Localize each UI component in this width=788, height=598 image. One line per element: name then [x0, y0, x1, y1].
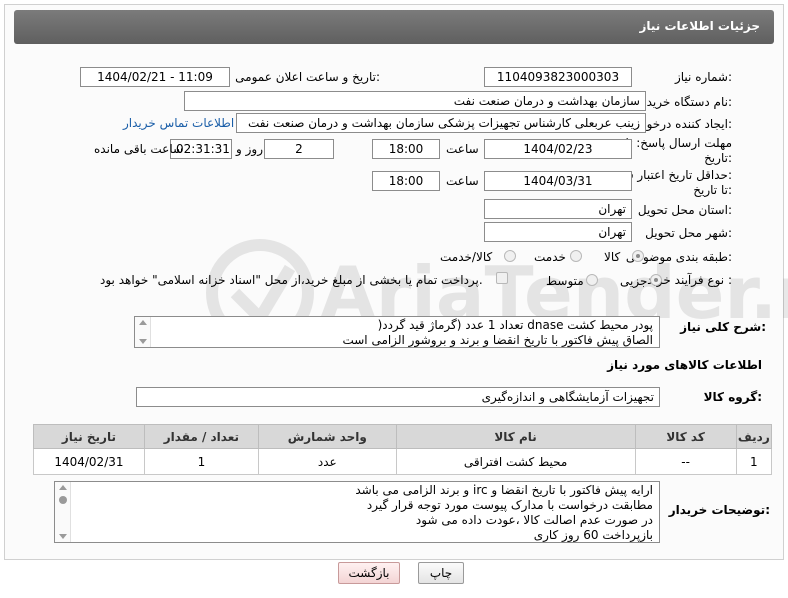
goods-section-title: اطلاعات کالاهای مورد نیاز	[607, 358, 762, 372]
province-field: تهران	[484, 199, 632, 219]
category-radio-service[interactable]	[570, 250, 582, 262]
scroll-down-icon	[139, 339, 147, 344]
deadline-time-label: ساعت	[446, 142, 479, 156]
title-bar: جزئیات اطلاعات نیاز	[14, 10, 774, 44]
city-label: شهر محل تحویل:	[645, 226, 732, 240]
buyer-notes-line: ارایه پیش فاکتور با تاریخ انقضا و irc و …	[355, 483, 653, 497]
buyer-notes-line: در صورت عدم اصالت کالا ،عودت داده می شود	[415, 513, 653, 527]
validity-date-field: 1404/03/31	[484, 171, 632, 191]
scroll-up-icon	[139, 320, 147, 325]
purchase-option-medium: متوسط	[546, 274, 584, 288]
treasury-note: پرداخت تمام یا بخشی از مبلغ خرید،از محل …	[100, 273, 483, 287]
description-label: شرح کلی نیاز:	[680, 320, 766, 334]
print-button[interactable]: چاپ	[418, 562, 464, 584]
buyer-contact-link[interactable]: اطلاعات تماس خریدار	[123, 116, 234, 130]
buyer-notes-scrollbar[interactable]	[55, 482, 71, 542]
buyer-org-label: نام دستگاه خریدار:	[637, 95, 733, 109]
category-option-goods: کالا	[604, 250, 621, 264]
cell-item-code: --	[634, 448, 737, 475]
cell-need-date: 1404/02/31	[33, 448, 145, 475]
buyer-notes-label: توضیحات خریدار:	[668, 503, 770, 517]
col-quantity: تعداد / مقدار	[143, 424, 259, 449]
back-button[interactable]: بازگشت	[338, 562, 400, 584]
description-scrollbar[interactable]	[135, 317, 151, 347]
deadline-date-field: 1404/02/23	[484, 139, 632, 159]
cell-quantity: 1	[143, 448, 259, 475]
scroll-down-icon	[59, 534, 67, 539]
validity-time-field: 18:00	[372, 171, 440, 191]
description-line: الصاق پیش فاکتور با تاریخ انقضا و برند و…	[342, 333, 653, 347]
deadline-label: مهلت ارسال پاسخ: تا	[625, 136, 732, 150]
col-item-code: کد کالا	[634, 424, 737, 449]
scroll-thumb-icon	[59, 496, 67, 504]
validity-time-label: ساعت	[446, 174, 479, 188]
requester-field: زینب عربعلی کارشناس تجهیزات پزشکی سازمان…	[236, 113, 646, 133]
remaining-label: ساعت باقی مانده	[94, 142, 184, 156]
category-option-goods-service: کالا/خدمت	[440, 250, 493, 264]
col-unit: واحد شمارش	[257, 424, 397, 449]
deadline-date-label: تاریخ:	[704, 151, 732, 165]
province-label: استان محل تحویل:	[637, 203, 732, 217]
col-row-number: ردیف	[735, 424, 773, 449]
description-line: پودر محیط کشت dnase تعداد 1 عدد (گرماژ ق…	[377, 318, 653, 332]
treasury-checkbox[interactable]	[496, 272, 508, 284]
days-field: 2	[264, 139, 334, 159]
category-option-service: خدمت	[534, 250, 566, 264]
purchase-radio-medium[interactable]	[586, 274, 598, 286]
page-title: جزئیات اطلاعات نیاز	[639, 19, 760, 33]
deadline-time-field: 18:00	[372, 139, 440, 159]
goods-table-header: ردیف کد کالا نام کالا واحد شمارش تعداد /…	[33, 424, 773, 449]
cell-row-number: 1	[735, 448, 773, 475]
col-item-name: نام کالا	[395, 424, 636, 449]
buyer-org-field: سازمان بهداشت و درمان صنعت نفت	[184, 91, 646, 111]
purchase-option-minor: جزیی	[620, 274, 648, 288]
city-field: تهران	[484, 222, 632, 242]
announce-label: تاریخ و ساعت اعلان عمومی:	[235, 70, 380, 84]
goods-group-label: گروه کالا:	[703, 390, 762, 404]
buyer-notes-line: مطابقت درخواست با مدارک پیوست مورد توجه …	[366, 498, 653, 512]
days-label: روز و	[236, 142, 263, 156]
category-radio-goods-service[interactable]	[504, 250, 516, 262]
col-need-date: تاریخ نیاز	[33, 424, 145, 449]
cell-item-name: محیط کشت افتراقی	[395, 448, 636, 475]
table-row: 1 -- محیط کشت افتراقی عدد 1 1404/02/31	[33, 448, 773, 475]
need-number-field: 1104093823000303	[484, 67, 632, 87]
buyer-notes-textarea[interactable]: ارایه پیش فاکتور با تاریخ انقضا و irc و …	[54, 481, 660, 543]
purchase-radio-minor[interactable]	[650, 274, 662, 286]
category-radio-goods[interactable]	[632, 250, 644, 262]
description-textarea[interactable]: پودر محیط کشت dnase تعداد 1 عدد (گرماژ ق…	[134, 316, 660, 348]
goods-group-field: تجهیزات آزمایشگاهی و اندازه‌گیری	[136, 387, 660, 407]
need-number-label: شماره نیاز:	[674, 70, 732, 84]
scroll-up-icon	[59, 485, 67, 490]
announce-datetime-field: 1404/02/21 - 11:09	[80, 67, 230, 87]
validity-date-label: تا تاریخ:	[693, 183, 732, 197]
goods-table: ردیف کد کالا نام کالا واحد شمارش تعداد /…	[33, 424, 773, 475]
buyer-notes-line: بازپرداخت 60 روز کاری	[533, 528, 653, 542]
cell-unit: عدد	[257, 448, 397, 475]
